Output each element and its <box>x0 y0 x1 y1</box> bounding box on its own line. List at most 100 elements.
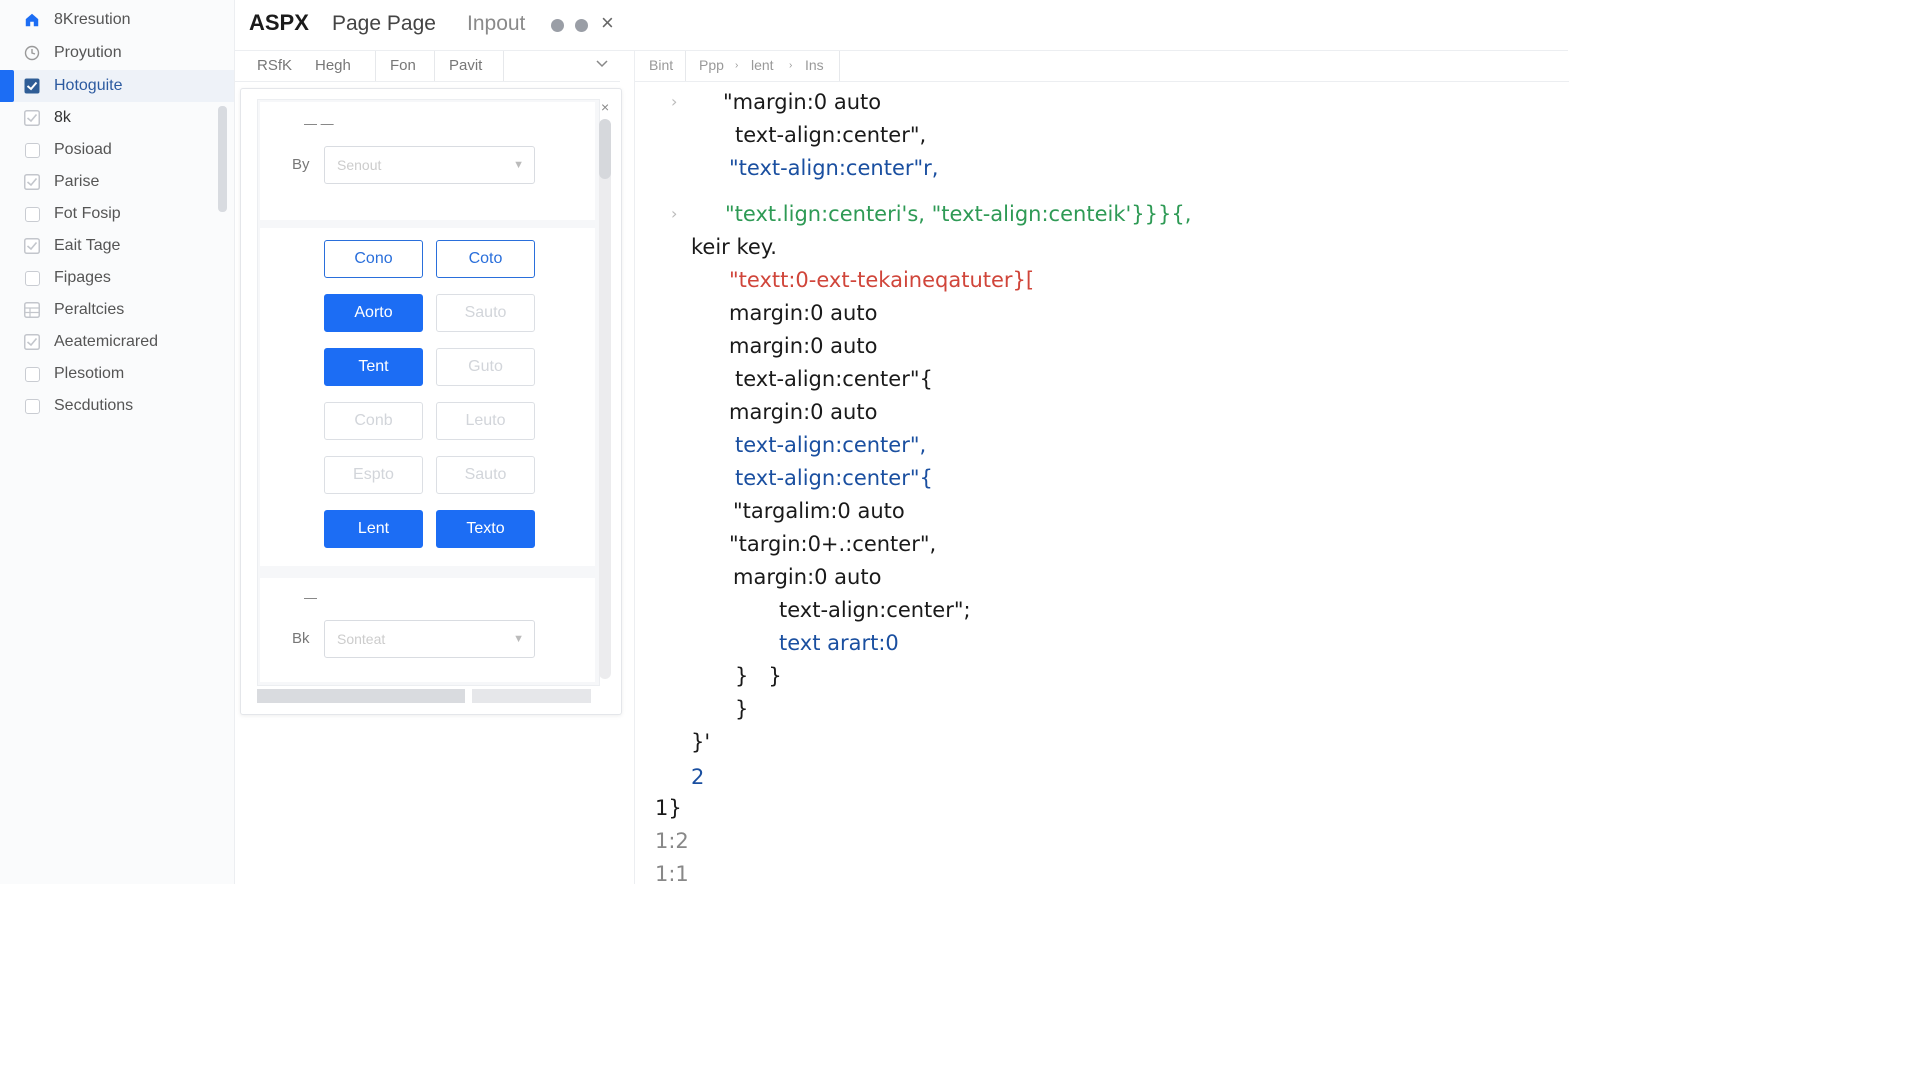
sidebar-item-aeatemicrared[interactable]: Aeatemicrared <box>0 326 234 358</box>
code-line: } <box>735 697 749 721</box>
code-line: text-align:center", <box>735 123 927 147</box>
chevron-down-icon[interactable] <box>595 56 609 75</box>
sidebar-item-plesotiom[interactable]: Plesotiom <box>0 358 234 390</box>
button[interactable]: Cono <box>324 240 423 278</box>
sidebar-item-secdutions[interactable]: Secdutions <box>0 390 234 422</box>
field-label: Bk <box>292 630 310 647</box>
code-line: "text-align:center"r, <box>729 156 939 180</box>
code-line: margin:0 auto <box>729 400 878 424</box>
sidebar-item-fipages[interactable]: Fipages <box>0 262 234 294</box>
code-line: "targin:0+.:center", <box>729 532 937 556</box>
breadcrumb-item[interactable]: lent <box>751 57 774 73</box>
button[interactable]: Conb <box>324 402 423 440</box>
toolbar-divider <box>503 51 504 81</box>
code-line: text-align:center"; <box>779 598 971 622</box>
button[interactable]: Coto <box>436 240 535 278</box>
select-dropdown[interactable]: Senout ▼ <box>324 146 535 184</box>
tab-input[interactable]: Inpout <box>467 12 525 36</box>
button[interactable]: Guto <box>436 348 535 386</box>
toolbar-item[interactable]: Hegh <box>315 57 351 74</box>
code-line: margin:0 auto <box>729 301 878 325</box>
chevron-down-icon: ▼ <box>513 159 524 171</box>
code-editor[interactable]: › › "margin:0 auto text-align:center", "… <box>634 82 1569 886</box>
button[interactable]: Leuto <box>436 402 535 440</box>
dot-indicator-icon[interactable] <box>575 19 588 32</box>
section-top: — — By Senout ▼ <box>260 102 595 220</box>
scrollbar-thumb[interactable] <box>599 119 611 179</box>
breadcrumb-divider <box>839 51 840 81</box>
sidebar-item-label: 8Kresution <box>54 11 131 28</box>
sidebar: 8Kresution Proyution Hotoguite 8k Posioa… <box>0 0 235 884</box>
code-line: "text.lign:centeri's, "text-align:centei… <box>725 202 1192 226</box>
close-icon[interactable]: × <box>601 10 614 36</box>
sidebar-item-label: 8k <box>54 109 71 126</box>
code-line: } } <box>735 664 782 688</box>
sidebar-item-hotoguite[interactable]: Hotoguite <box>0 70 234 102</box>
toolbar-item[interactable]: RSfK <box>257 57 292 74</box>
sidebar-item-label: Hotoguite <box>54 77 123 94</box>
breadcrumb-divider <box>685 51 686 81</box>
code-line: text-align:center", <box>735 433 927 457</box>
close-icon[interactable]: × <box>601 99 609 115</box>
button-grid: Cono Coto Aorto Sauto Tent Guto Conb Leu… <box>260 228 595 566</box>
breadcrumb-item[interactable]: Bint <box>649 57 673 73</box>
panel-toolbar: RSfK Hegh Fon Pavit <box>235 51 620 82</box>
checkbox-icon <box>24 270 40 286</box>
breadcrumb-item[interactable]: Ins <box>805 57 824 73</box>
app-title: ASPX <box>249 10 309 35</box>
checkbox-checked-icon <box>24 334 40 350</box>
grid-icon <box>24 302 40 318</box>
checkbox-checked-icon <box>24 110 40 126</box>
sidebar-item-label: Fipages <box>54 269 111 286</box>
sidebar-item-8kresution[interactable]: 8Kresution <box>0 4 234 36</box>
sidebar-item-eait-tage[interactable]: Eait Tage <box>0 230 234 262</box>
properties-panel: — — By Senout ▼ Cono Coto Aorto Sauto Te… <box>240 88 622 715</box>
code-line: "margin:0 auto <box>723 90 882 114</box>
code-line: margin:0 auto <box>733 565 882 589</box>
code-line: text-align:center"{ <box>735 466 933 490</box>
chevron-down-icon: ▼ <box>513 633 524 645</box>
toolbar-item[interactable]: Fon <box>390 57 416 74</box>
select-placeholder: Senout <box>337 157 382 173</box>
sidebar-item-parise[interactable]: Parise <box>0 166 234 198</box>
section-heading: — — <box>304 116 334 131</box>
sidebar-item-peraltcies[interactable]: Peraltcies <box>0 294 234 326</box>
toolbar-divider <box>434 51 435 81</box>
tab-page[interactable]: Page Page <box>332 12 436 36</box>
checkbox-checked-icon <box>24 238 40 254</box>
sidebar-item-posioad[interactable]: Posioad <box>0 134 234 166</box>
sidebar-item-label: Proyution <box>54 44 122 61</box>
sidebar-item-label: Peraltcies <box>54 301 125 318</box>
code-line: 1} <box>655 796 682 820</box>
button[interactable]: Texto <box>436 510 535 548</box>
checkbox-icon <box>24 206 40 222</box>
dot-indicator-icon[interactable] <box>551 19 564 32</box>
button[interactable]: Espto <box>324 456 423 494</box>
button[interactable]: Sauto <box>436 294 535 332</box>
fold-arrow-icon[interactable]: › <box>671 92 677 111</box>
button[interactable]: Lent <box>324 510 423 548</box>
toolbar-item[interactable]: Pavit <box>449 57 482 74</box>
checkbox-checked-icon <box>24 174 40 190</box>
panel-scrollbar[interactable] <box>599 119 611 679</box>
section-bottom: — Bk Sonteat ▼ <box>260 578 595 682</box>
fold-arrow-icon[interactable]: › <box>671 204 677 223</box>
code-line: 2 <box>691 765 705 789</box>
horizontal-scrollbar-track[interactable] <box>472 689 591 703</box>
sidebar-item-proyution[interactable]: Proyution <box>0 37 234 69</box>
button[interactable]: Aorto <box>324 294 423 332</box>
checkbox-icon <box>24 366 40 382</box>
sidebar-item-label: Secdutions <box>54 397 134 414</box>
button[interactable]: Tent <box>324 348 423 386</box>
section-heading: — <box>304 590 317 605</box>
sidebar-scrollbar[interactable] <box>218 106 227 212</box>
code-line: "targalim:0 auto <box>733 499 905 523</box>
breadcrumb-item[interactable]: Ppp <box>699 57 724 73</box>
sidebar-item-8k[interactable]: 8k <box>0 102 234 134</box>
button[interactable]: Sauto <box>436 456 535 494</box>
clock-icon <box>24 45 40 61</box>
select-dropdown[interactable]: Sonteat ▼ <box>324 620 535 658</box>
checkbox-icon <box>24 398 40 414</box>
horizontal-scrollbar-thumb[interactable] <box>257 689 465 703</box>
sidebar-item-fot-fosip[interactable]: Fot Fosip <box>0 198 234 230</box>
